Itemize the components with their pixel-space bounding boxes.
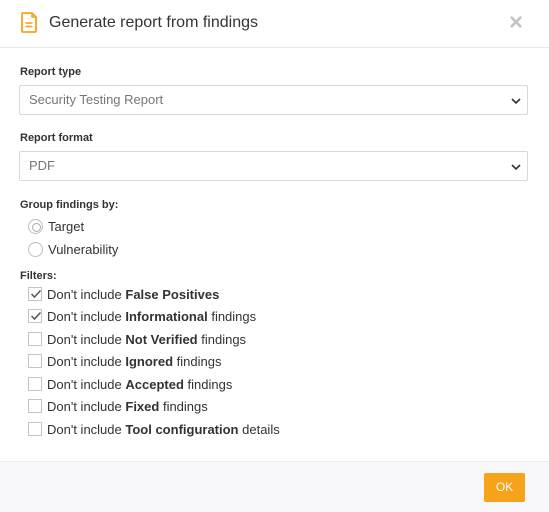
checkbox[interactable] — [28, 354, 42, 368]
chevron-down-icon — [511, 98, 521, 105]
filter-suffix: findings — [173, 353, 222, 369]
dialog-header: Generate report from findings × — [0, 0, 549, 48]
report-type-label: Report type — [20, 66, 82, 78]
filter-not-verified[interactable]: Don't include Not Verified findings — [28, 330, 246, 348]
checkbox[interactable] — [28, 309, 42, 323]
filter-prefix: Don't include — [47, 421, 126, 437]
filter-prefix: Don't include — [47, 398, 126, 414]
filter-prefix: Don't include — [47, 376, 126, 392]
filters-label: Filters: — [20, 270, 57, 282]
radio-vulnerability-label: Vulnerability — [48, 241, 119, 257]
ok-button[interactable]: OK — [484, 473, 525, 502]
filter-prefix: Don't include — [47, 331, 126, 347]
checkmark-icon — [30, 311, 42, 321]
filter-bold: False Positives — [125, 286, 220, 302]
filter-bold: Not Verified — [125, 331, 198, 347]
chevron-down-icon — [511, 164, 521, 171]
filter-bold: Fixed — [125, 398, 160, 414]
filter-prefix: Don't include — [47, 286, 126, 302]
dialog-footer — [0, 461, 549, 512]
filter-suffix: findings — [159, 398, 208, 414]
report-format-label: Report format — [20, 132, 93, 144]
filter-tool-configuration[interactable]: Don't include Tool configuration details — [28, 420, 280, 438]
filter-ignored[interactable]: Don't include Ignored findings — [28, 352, 221, 370]
report-type-select[interactable]: Security Testing Report — [19, 85, 528, 115]
radio-target[interactable]: Target — [28, 217, 84, 235]
group-by-label: Group findings by: — [20, 199, 119, 211]
filter-suffix: details — [238, 421, 280, 437]
filter-bold: Ignored — [125, 353, 174, 369]
filter-false-positives[interactable]: Don't include False Positives — [28, 285, 219, 303]
filter-suffix: findings — [197, 331, 247, 347]
dialog-title: Generate report from findings — [49, 14, 258, 31]
filter-informational[interactable]: Don't include Informational findings — [28, 307, 256, 325]
checkbox[interactable] — [28, 399, 42, 413]
checkbox[interactable] — [28, 422, 42, 436]
radio-vulnerability[interactable]: Vulnerability — [28, 240, 118, 258]
report-type-value: Security Testing Report — [29, 92, 164, 107]
report-format-value: PDF — [29, 158, 55, 173]
radio-button[interactable] — [28, 241, 43, 257]
filter-fixed[interactable]: Don't include Fixed findings — [28, 397, 208, 415]
filter-accepted[interactable]: Don't include Accepted findings — [28, 375, 232, 393]
report-format-select[interactable]: PDF — [19, 151, 528, 181]
filter-prefix: Don't include — [47, 353, 126, 369]
filter-bold: Accepted — [125, 376, 184, 392]
filter-suffix: findings — [183, 376, 233, 392]
checkbox[interactable] — [28, 377, 42, 391]
checkbox[interactable] — [28, 287, 42, 301]
radio-target-label: Target — [48, 218, 85, 234]
close-icon[interactable]: × — [509, 10, 523, 36]
document-icon — [21, 12, 37, 33]
radio-button[interactable] — [28, 218, 43, 234]
filter-bold: Tool configuration — [125, 421, 239, 437]
filter-prefix: Don't include — [47, 308, 126, 324]
filter-suffix: findings — [207, 308, 257, 324]
checkbox[interactable] — [28, 332, 42, 346]
checkmark-icon — [30, 289, 42, 299]
filter-bold: Informational — [125, 308, 208, 324]
